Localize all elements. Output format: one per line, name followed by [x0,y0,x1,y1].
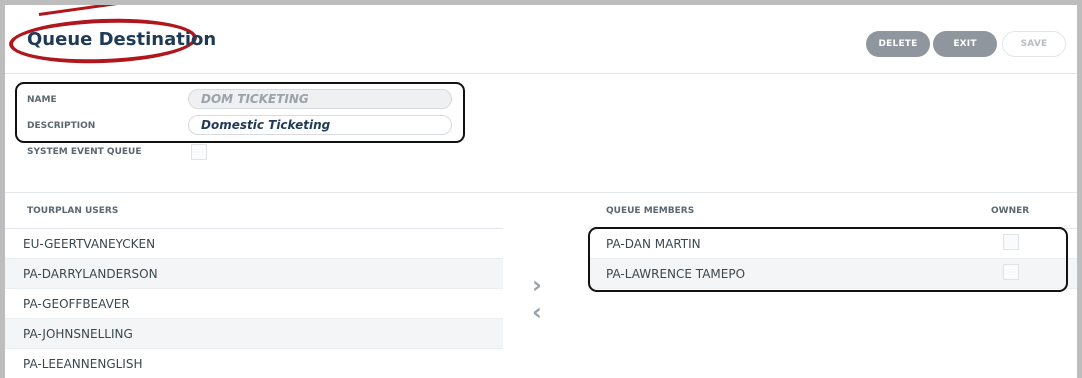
chevron-right-icon[interactable]: › [532,273,542,297]
owner-column-header: OWNER [991,206,1030,216]
queue-destination-panel: Queue Destination DELETE EXIT SAVE NAME … [5,5,1077,378]
page-title: Queue Destination [27,29,217,50]
members-column-header: QUEUE MEMBERS [606,206,695,216]
section-divider [5,192,1077,193]
annotation-box-members [588,227,1068,292]
delete-button[interactable]: DELETE [866,31,930,57]
annotation-stroke [38,5,159,16]
name-label: NAME [27,95,57,105]
system-event-queue-checkbox[interactable] [191,144,207,160]
description-label: DESCRIPTION [27,121,96,131]
user-list-item[interactable]: PA-GEOFFBEAVER [5,289,503,319]
description-field[interactable]: Domestic Ticketing [188,115,452,135]
user-list-item[interactable]: PA-JOHNSNELLING [5,319,503,349]
system-event-queue-label: SYSTEM EVENT QUEUE [27,147,142,157]
user-list-item[interactable]: EU-GEERTVANEYCKEN [5,229,503,259]
chevron-left-icon[interactable]: ‹ [532,300,542,324]
users-column-header: TOURPLAN USERS [27,206,119,216]
name-field: DOM TICKETING [188,89,452,109]
exit-button[interactable]: EXIT [933,31,997,57]
user-list-item[interactable]: PA-LEEANNENGLISH [5,349,503,378]
save-button[interactable]: SAVE [1002,31,1066,57]
user-list-item[interactable]: PA-DARRYLANDERSON [5,259,503,289]
page-header: Queue Destination DELETE EXIT SAVE [5,5,1077,74]
